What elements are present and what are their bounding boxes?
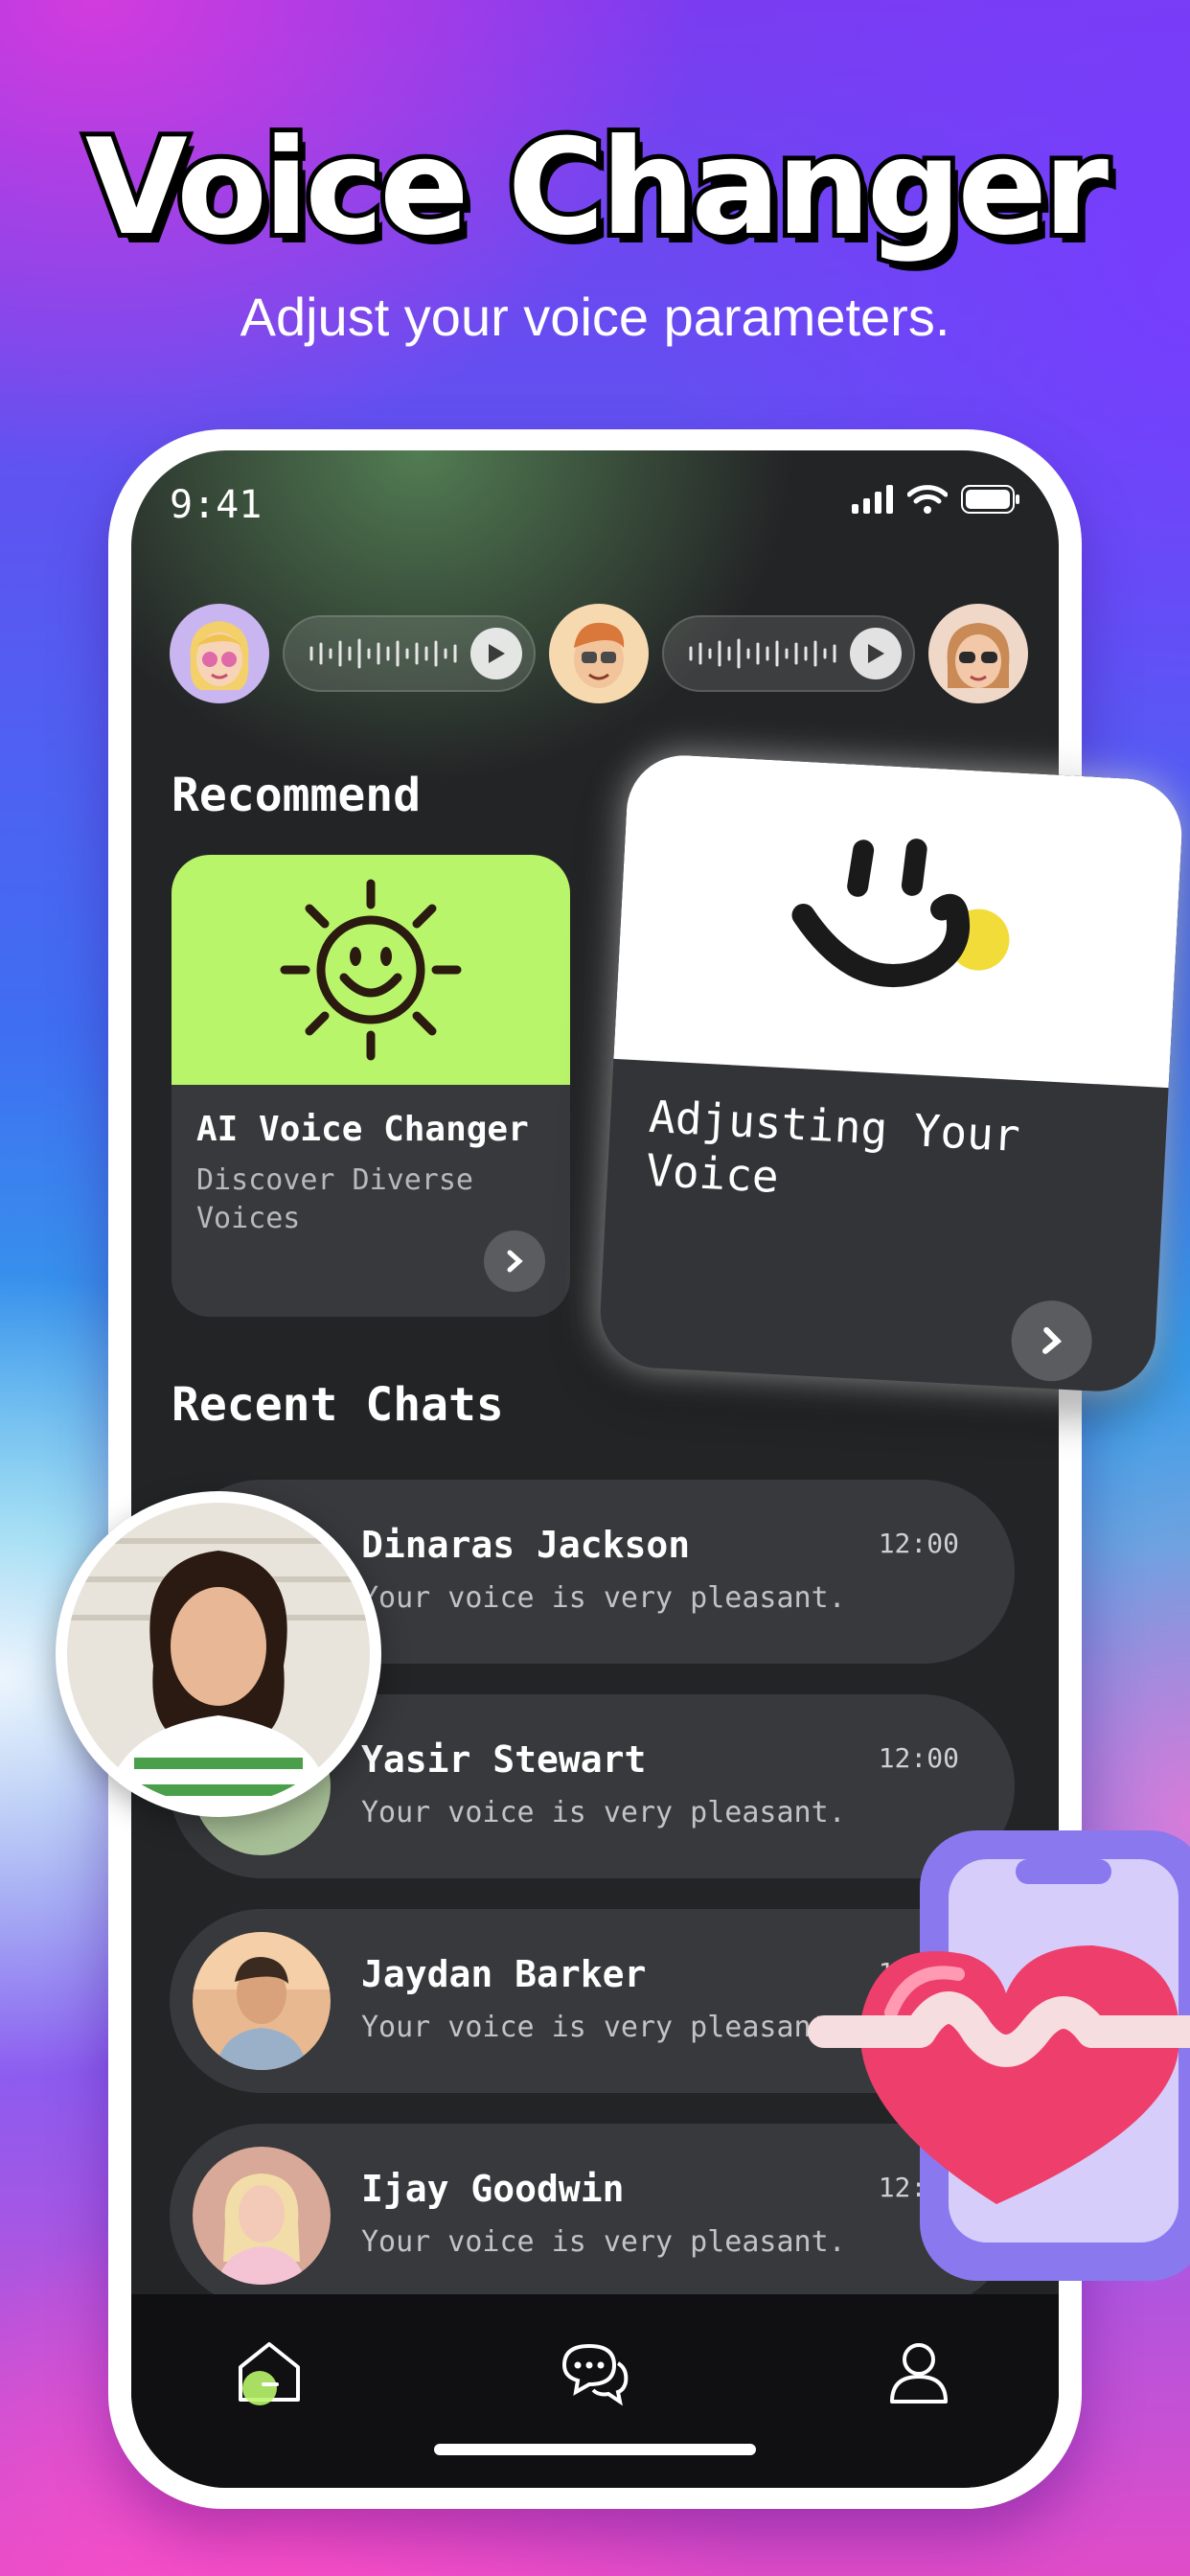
play-button[interactable] bbox=[470, 628, 522, 679]
avatar-photo-icon bbox=[193, 1932, 331, 2070]
avatar-sunglasses-memoji-icon bbox=[947, 623, 1010, 688]
signal-icon bbox=[852, 485, 893, 514]
avatar-photo-icon bbox=[193, 2147, 331, 2285]
battery-icon bbox=[961, 485, 1019, 514]
heart-phone-icon bbox=[808, 1830, 1190, 2281]
avatar bbox=[193, 2147, 331, 2285]
waveform-icon bbox=[689, 638, 836, 669]
status-time: 9:41 bbox=[170, 483, 263, 527]
waveform-icon bbox=[309, 638, 457, 669]
voice-message-row bbox=[170, 604, 1028, 703]
profile-icon bbox=[890, 2343, 948, 2404]
avatar-photo-icon bbox=[67, 1503, 370, 1806]
avatar bbox=[193, 1932, 331, 2070]
chat-message: Your voice is very pleasant. bbox=[361, 2225, 846, 2259]
chat-message: Your voice is very pleasant. bbox=[361, 1581, 846, 1615]
recommend-card-ai-voice-changer[interactable]: AI Voice Changer Discover Diverse Voices bbox=[172, 855, 570, 1317]
status-icons bbox=[852, 485, 1020, 514]
chat-name: Jaydan Barker bbox=[361, 1953, 647, 1995]
play-button[interactable] bbox=[850, 628, 902, 679]
nav-home[interactable] bbox=[231, 2333, 308, 2409]
chat-message: Your voice is very pleasant. bbox=[361, 1796, 846, 1829]
chat-name: Dinaras Jackson bbox=[361, 1524, 691, 1566]
float-avatar bbox=[56, 1491, 381, 1817]
rec-card-art bbox=[172, 855, 570, 1085]
avatar[interactable] bbox=[549, 604, 649, 703]
sun-smiley-icon bbox=[280, 879, 462, 1061]
voice-message-pill[interactable] bbox=[662, 615, 915, 692]
bottom-nav bbox=[131, 2294, 1059, 2488]
rec-card-title: AI Voice Changer bbox=[196, 1110, 529, 1149]
recommend-title: Recommend bbox=[172, 769, 422, 822]
open-card-button[interactable] bbox=[1009, 1299, 1094, 1384]
float-card-art bbox=[613, 752, 1185, 1089]
recommend-card-adjusting-voice[interactable]: Adjusting Your Voice bbox=[597, 752, 1185, 1394]
open-card-button[interactable] bbox=[484, 1230, 545, 1292]
chat-name: Ijay Goodwin bbox=[361, 2168, 625, 2210]
chat-bubbles-icon bbox=[561, 2343, 629, 2406]
home-icon bbox=[239, 2342, 300, 2405]
chat-name: Yasir Stewart bbox=[361, 1738, 647, 1781]
nav-profile[interactable] bbox=[881, 2333, 957, 2409]
voice-message-pill[interactable] bbox=[283, 615, 536, 692]
chat-time: 12:00 bbox=[878, 1528, 959, 1559]
avatar[interactable] bbox=[928, 604, 1028, 703]
play-icon bbox=[868, 644, 884, 663]
nav-chats[interactable] bbox=[557, 2333, 633, 2409]
recent-chats-title: Recent Chats bbox=[172, 1378, 504, 1432]
heart-phone-illustration bbox=[805, 1821, 1190, 2300]
avatar-redhair-memoji-icon bbox=[574, 622, 625, 688]
avatar-blonde-memoji-icon bbox=[190, 621, 249, 690]
home-indicator bbox=[434, 2444, 756, 2455]
rec-card-description: Discover Diverse Voices bbox=[196, 1163, 473, 1235]
chat-time: 12:00 bbox=[878, 1742, 959, 1774]
chevron-right-icon bbox=[1042, 1326, 1063, 1354]
avatar[interactable] bbox=[170, 604, 269, 703]
hero-title: Voice Changer bbox=[80, 105, 1113, 269]
wifi-icon bbox=[907, 485, 948, 514]
hero-subtitle: Adjust your voice parameters. bbox=[240, 287, 950, 347]
play-icon bbox=[489, 644, 505, 663]
chat-message: Your voice is very pleasant. bbox=[361, 2011, 846, 2044]
chevron-right-icon bbox=[507, 1250, 523, 1273]
float-card-title: Adjusting Your Voice bbox=[644, 1090, 1021, 1203]
smile-face-icon bbox=[791, 839, 1010, 988]
